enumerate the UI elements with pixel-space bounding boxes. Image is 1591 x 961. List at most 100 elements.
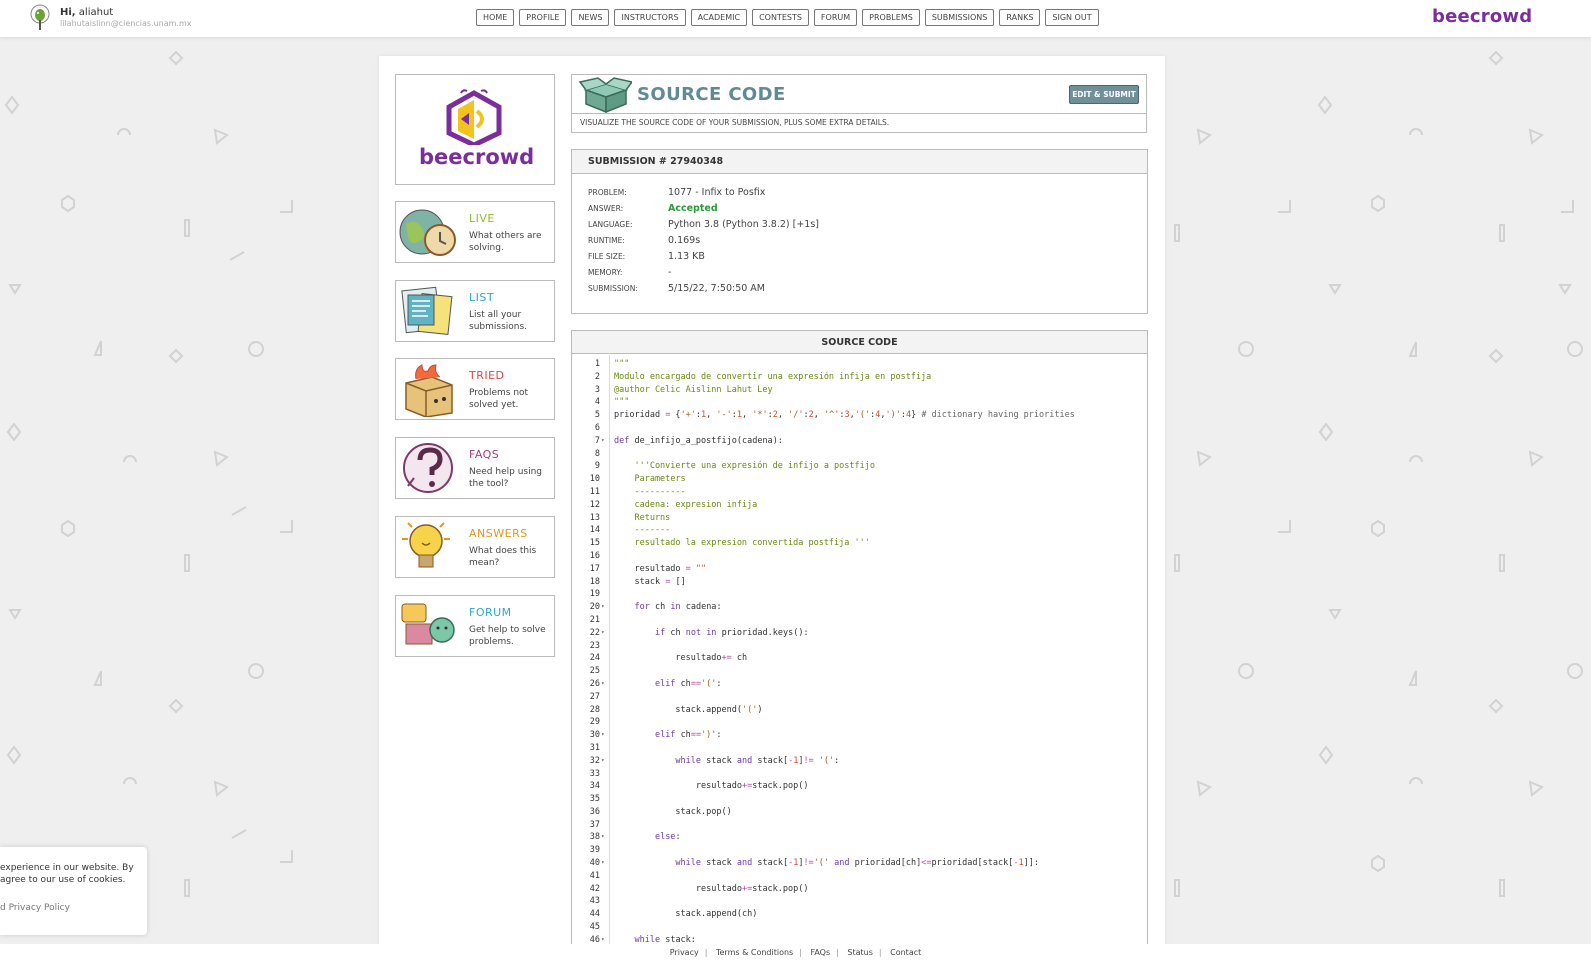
footer-link-privacy[interactable]: Privacy	[670, 948, 699, 957]
user-greeting: Hi, aliahut	[60, 7, 113, 18]
nav-sign-out[interactable]: SIGN OUT	[1045, 9, 1099, 26]
code-line: 14 -------	[572, 524, 1147, 537]
code-line: 13 Returns	[572, 512, 1147, 525]
fold-toggle-icon[interactable]: ▾	[601, 831, 605, 844]
fold-toggle-icon[interactable]: ▾	[601, 435, 605, 448]
sidebar-card-title: FORUM	[469, 606, 512, 619]
username[interactable]: aliahut	[79, 7, 113, 18]
detail-value[interactable]: 1077 - Infix to Posfix	[668, 187, 765, 198]
detail-row-submission: SUBMISSION: 5/15/22, 7:50:50 AM	[588, 283, 765, 294]
code-text: for ch in cadena:	[634, 602, 722, 613]
code-line: 38 ▾ else:	[572, 831, 1147, 844]
code-text: while stack and stack[-1]!= '(':	[675, 755, 840, 766]
code-text: resultado+=stack.pop()	[695, 781, 809, 792]
sidebar-card-faqs[interactable]: FAQS Need help using the tool?	[395, 437, 555, 499]
user-avatar-icon[interactable]	[28, 4, 52, 32]
code-line: 40 ▾ while stack and stack[-1]!='(' and p…	[572, 857, 1147, 870]
line-number: 10	[589, 474, 600, 485]
nav-ranks[interactable]: RANKS	[999, 9, 1041, 26]
detail-label: SUBMISSION:	[588, 284, 638, 293]
line-number: 34	[589, 781, 600, 792]
code-title: SOURCE CODE	[572, 331, 1147, 354]
sidebar-card-desc: Problems not solved yet.	[469, 388, 529, 410]
footer-link-contact[interactable]: Contact	[890, 948, 921, 957]
fold-toggle-icon[interactable]: ▾	[601, 601, 605, 614]
nav-instructors[interactable]: INSTRUCTORS	[614, 9, 686, 26]
code-text: stack.append(ch)	[675, 909, 758, 920]
sidebar-card-desc: What does this mean?	[469, 546, 537, 568]
code-line: 27	[572, 691, 1147, 704]
code-line: 32 ▾ while stack and stack[-1]!= '(':	[572, 755, 1147, 768]
code-text: if ch not in prioridad.keys():	[654, 627, 809, 638]
footer-link-status[interactable]: Status	[847, 948, 873, 957]
brand-logo[interactable]: beecrowd	[1432, 6, 1532, 27]
nav-profile[interactable]: PROFILE	[519, 9, 567, 26]
code-line: 6	[572, 422, 1147, 435]
fold-toggle-icon[interactable]: ▾	[601, 755, 605, 768]
sidebar-card-answers[interactable]: ANSWERS What does this mean?	[395, 516, 555, 578]
sidebar-card-tried[interactable]: TRIED Problems not solved yet.	[395, 358, 555, 420]
detail-row-answer: ANSWER: Accepted	[588, 203, 718, 214]
code-line: 8	[572, 448, 1147, 461]
nav-contests[interactable]: CONTESTS	[752, 9, 809, 26]
source-code-viewer[interactable]: SOURCE CODE 1 """ 2 Modulo encargado de con…	[571, 330, 1148, 945]
code-text: @author Celic Aislinn Lahut Ley	[614, 384, 773, 395]
code-text: """	[614, 359, 630, 369]
code-line: 20 ▾ for ch in cadena:	[572, 601, 1147, 614]
footer-link-faqs[interactable]: FAQs	[810, 948, 830, 957]
beecrowd-logo-box[interactable]: beecrowd	[395, 74, 555, 185]
code-line: 15 resultado la expresion convertida pos…	[572, 537, 1147, 550]
code-line: 17 resultado = ""	[572, 563, 1147, 576]
code-text: stack.append('(')	[675, 704, 763, 715]
lightbulb-icon	[402, 522, 450, 568]
line-number: 11	[589, 486, 600, 497]
nav-forum[interactable]: FORUM	[813, 9, 858, 26]
sidebar-card-title: TRIED	[469, 369, 505, 382]
nav-academic[interactable]: ACADEMIC	[690, 9, 748, 26]
sidebar-card-forum[interactable]: FORUM Get help to solve problems.	[395, 595, 555, 657]
code-line: 22 ▾ if ch not in prioridad.keys():	[572, 627, 1147, 640]
cookie-text-line: agree to our use of cookies.	[0, 875, 126, 885]
code-text: elif ch==')':	[654, 730, 722, 741]
nav-home[interactable]: HOME	[476, 9, 515, 26]
cookie-text-line: experience in our website. By	[0, 863, 134, 873]
logo-wordmark: beecrowd	[419, 145, 535, 169]
fold-toggle-icon[interactable]: ▾	[601, 729, 605, 742]
code-line: 2 Modulo encargado de convertir una expre…	[572, 371, 1147, 384]
code-line: 34 resultado+=stack.pop()	[572, 780, 1147, 793]
nav-submissions[interactable]: SUBMISSIONS	[924, 9, 995, 26]
code-text: -------	[614, 525, 671, 536]
sidebar-card-list[interactable]: LIST List all your submissions.	[395, 280, 555, 342]
code-line: 18 stack = []	[572, 576, 1147, 589]
nav-news[interactable]: NEWS	[571, 9, 610, 26]
code-line: 44 stack.append(ch)	[572, 908, 1147, 921]
header-divider	[572, 113, 1146, 114]
fold-toggle-icon[interactable]: ▾	[601, 627, 605, 640]
sidebar-card-title: LIVE	[469, 212, 495, 225]
line-number: 14	[589, 525, 600, 536]
line-number: 20	[589, 602, 600, 613]
line-number: 40	[589, 858, 600, 869]
code-line: 33	[572, 768, 1147, 781]
page-title: SOURCE CODE	[637, 84, 786, 105]
sidebar-card-live[interactable]: LIVE What others are solving.	[395, 201, 555, 263]
code-line: 25	[572, 665, 1147, 678]
code-line: 11 ----------	[572, 486, 1147, 499]
line-number: 6	[594, 422, 600, 433]
open-box-icon	[578, 77, 632, 113]
code-line: 1 """	[572, 358, 1147, 371]
edit-submit-button[interactable]: EDIT & SUBMIT	[1069, 85, 1139, 104]
footer-link-terms[interactable]: Terms & Conditions	[716, 948, 793, 957]
code-line: 4 """	[572, 396, 1147, 409]
fold-toggle-icon[interactable]: ▾	[601, 678, 605, 691]
code-text: Modulo encargado de convertir una expres…	[614, 371, 932, 382]
sidebar-card-desc: Get help to solve problems.	[469, 625, 546, 647]
cookie-privacy-link[interactable]: d Privacy Policy	[0, 903, 70, 913]
sidebar-card-desc: Need help using the tool?	[469, 467, 543, 489]
fold-toggle-icon[interactable]: ▾	[601, 857, 605, 870]
detail-row-language: LANGUAGE: Python 3.8 (Python 3.8.2) [+1s]	[588, 219, 819, 230]
line-number: 18	[589, 576, 600, 587]
nav-problems[interactable]: PROBLEMS	[862, 9, 920, 26]
code-line: 5 prioridad = {'+':1, '-':1, '*':2, '/':2…	[572, 409, 1147, 422]
code-text: """	[614, 397, 630, 408]
